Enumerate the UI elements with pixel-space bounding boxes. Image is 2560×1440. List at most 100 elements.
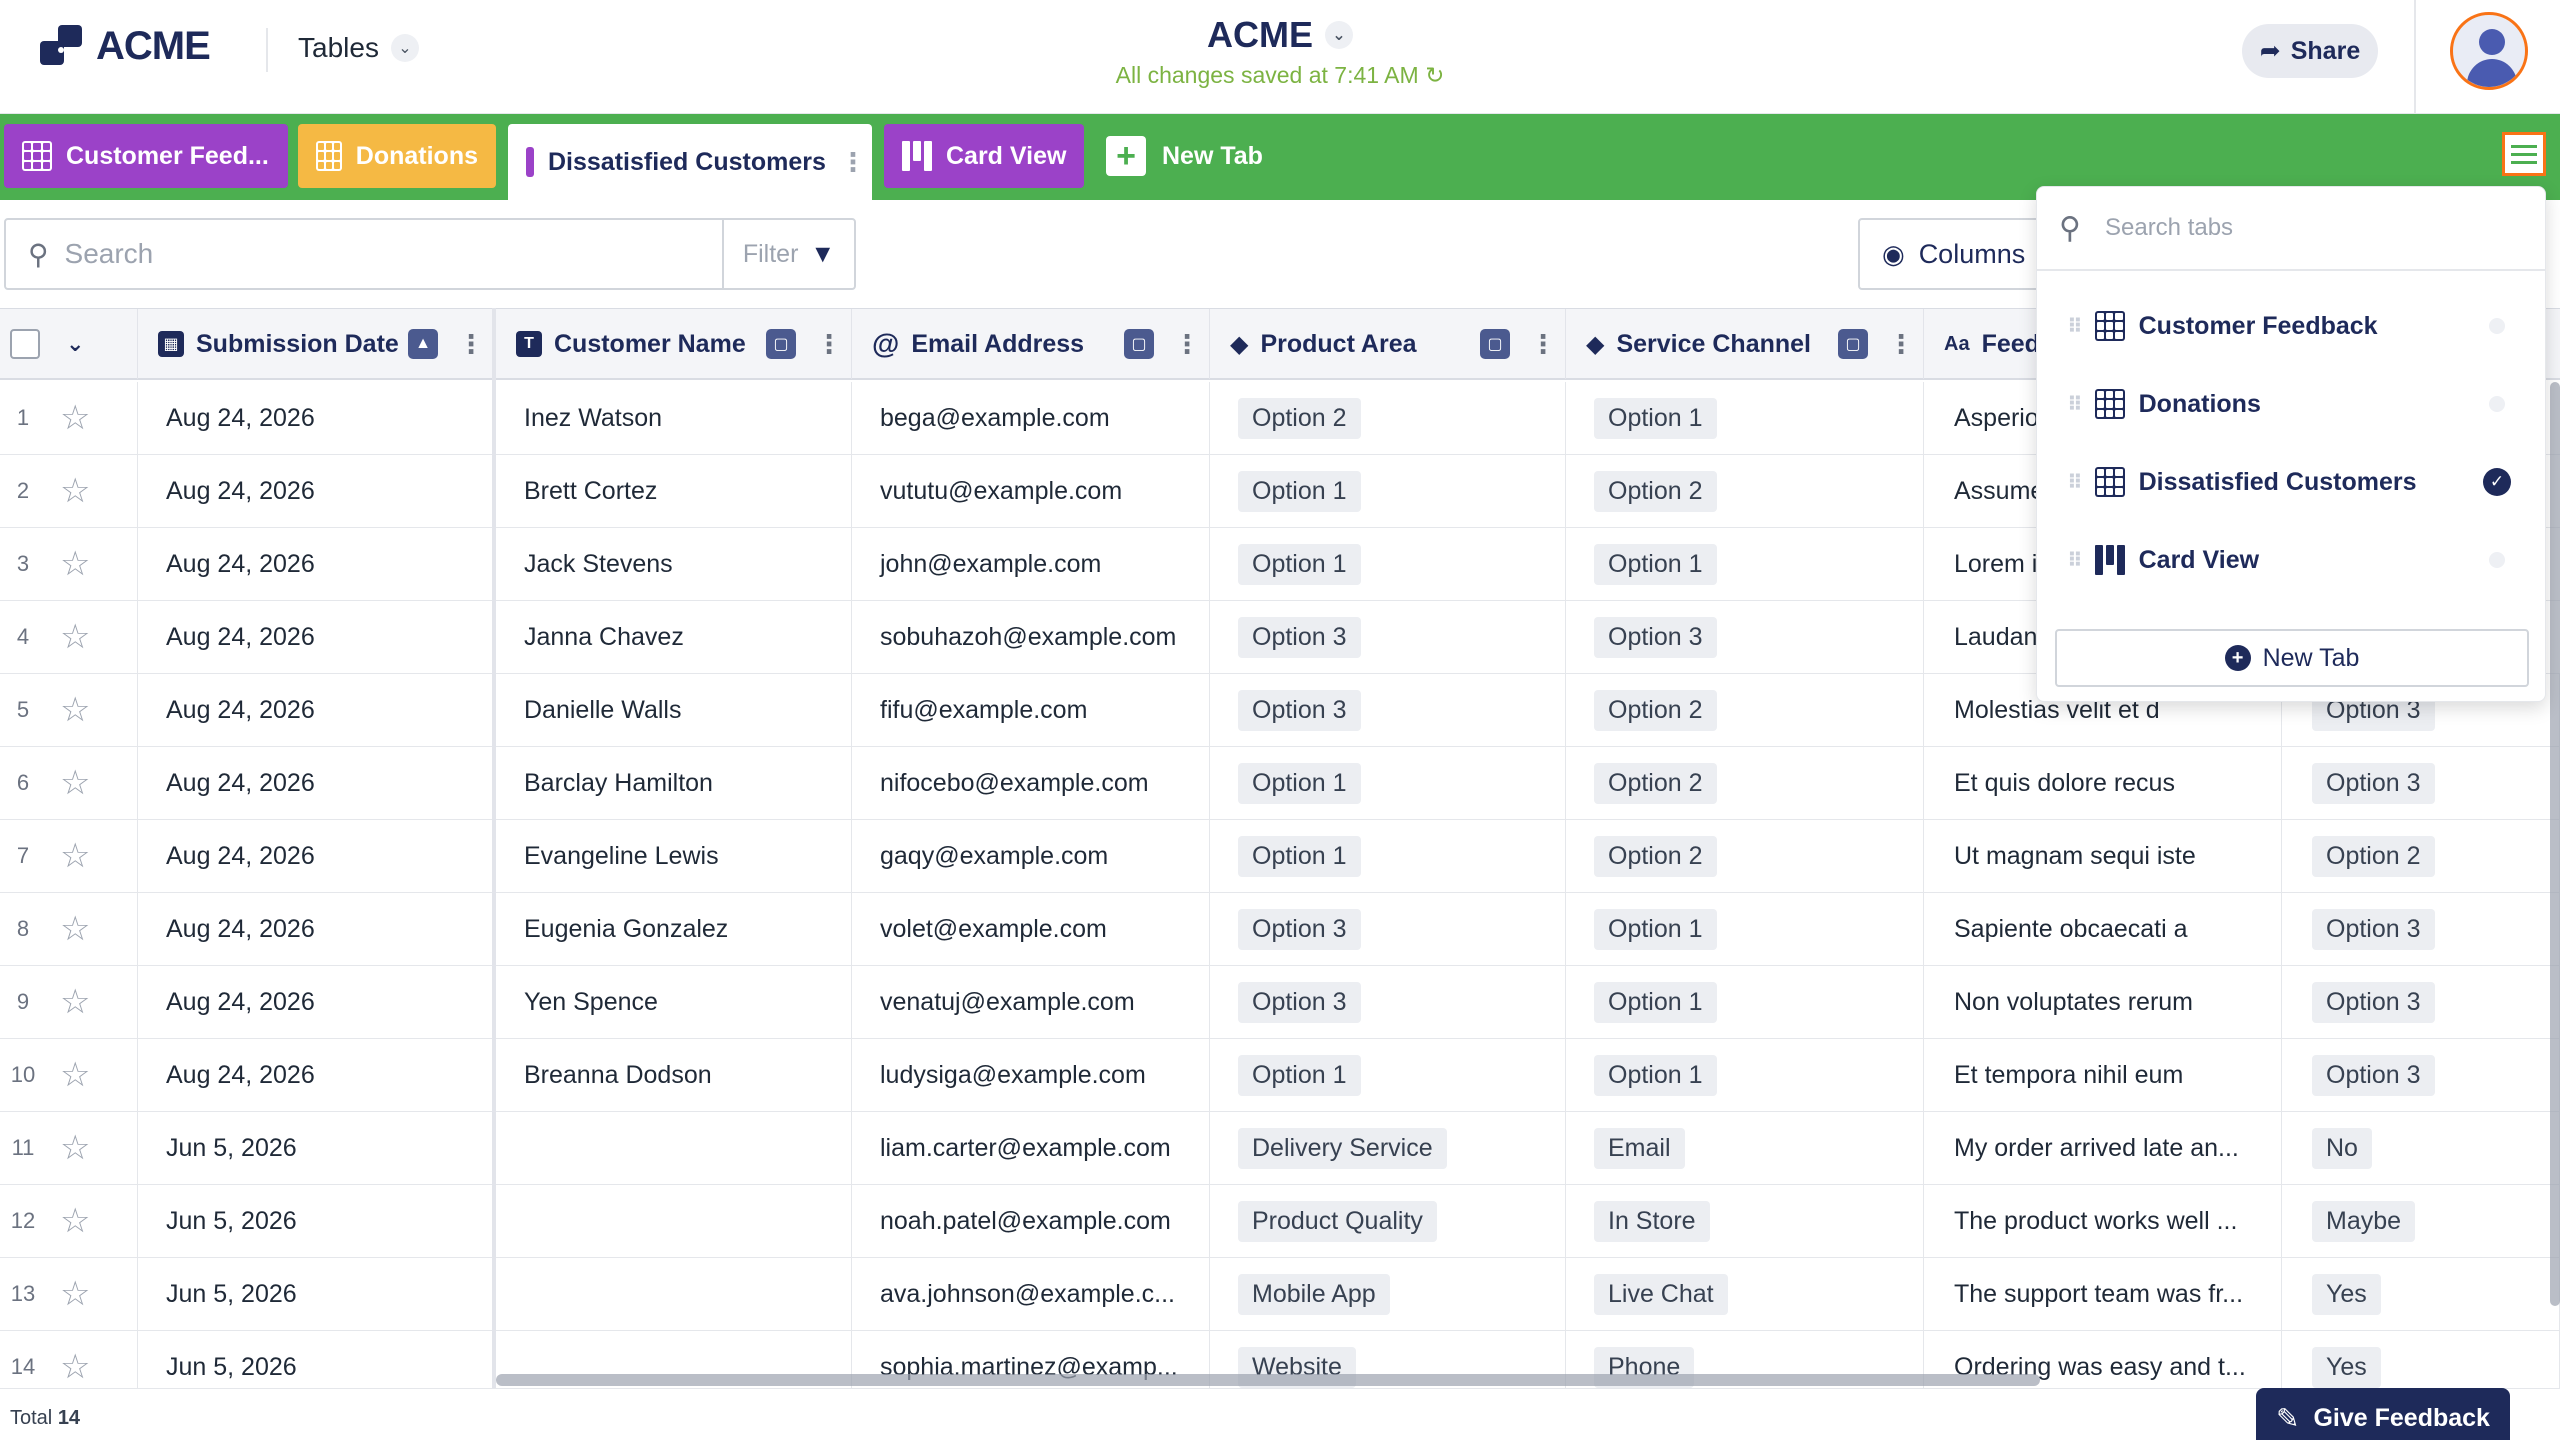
tabs-menu-button[interactable] (2502, 132, 2546, 176)
cell-customer-name[interactable] (496, 1258, 852, 1330)
cell-product-area[interactable]: Option 3 (1210, 674, 1566, 746)
new-tab-button[interactable]: + New Tab (1106, 136, 1263, 176)
drag-handle-icon[interactable]: ⠿ (2067, 470, 2083, 495)
cell-feedback[interactable]: The product works well ... (1924, 1185, 2282, 1257)
cell-extra[interactable]: No (2282, 1112, 2560, 1184)
cell-feedback[interactable]: Et tempora nihil eum (1924, 1039, 2282, 1111)
cell-extra[interactable]: Option 3 (2282, 966, 2560, 1038)
cell-service-channel[interactable]: Option 2 (1566, 674, 1924, 746)
cell-email-address[interactable]: vututu@example.com (852, 455, 1210, 527)
tab-dissatisfied-customers[interactable]: Dissatisfied Customers ⋮ (508, 124, 872, 200)
search-input[interactable]: ⚲ Search (4, 218, 724, 290)
cell-customer-name[interactable]: Brett Cortez (496, 455, 852, 527)
cell-submission-date[interactable]: Aug 24, 2026 (138, 747, 496, 819)
cell-service-channel[interactable]: Option 1 (1566, 966, 1924, 1038)
cell-submission-date[interactable]: Aug 24, 2026 (138, 455, 496, 527)
cell-submission-date[interactable]: Aug 24, 2026 (138, 820, 496, 892)
drag-handle-icon[interactable]: ⋮ (840, 149, 866, 175)
cell-email-address[interactable]: volet@example.com (852, 893, 1210, 965)
cell-service-channel[interactable]: Option 1 (1566, 893, 1924, 965)
columns-button[interactable]: ◉ Columns (1858, 218, 2058, 290)
cell-product-area[interactable]: Option 1 (1210, 1039, 1566, 1111)
note-icon[interactable]: ▢ (1838, 329, 1868, 359)
cell-extra[interactable]: Option 3 (2282, 747, 2560, 819)
cell-product-area[interactable]: Delivery Service (1210, 1112, 1566, 1184)
cell-submission-date[interactable]: Jun 5, 2026 (138, 1112, 496, 1184)
panel-item-dissatisfied-customers[interactable]: ⠿ Dissatisfied Customers ✓ (2037, 443, 2545, 521)
cell-email-address[interactable]: john@example.com (852, 528, 1210, 600)
cell-product-area[interactable]: Option 1 (1210, 455, 1566, 527)
cell-submission-date[interactable]: Aug 24, 2026 (138, 601, 496, 673)
more-vertical-icon[interactable]: ⋮ (1530, 329, 1556, 360)
drag-handle-icon[interactable]: ⠿ (2067, 548, 2083, 573)
select-all-checkbox[interactable] (10, 329, 40, 359)
cell-product-area[interactable]: Mobile App (1210, 1258, 1566, 1330)
app-title[interactable]: ACME ⌄ (1207, 14, 1353, 56)
table-row[interactable]: 13 ☆ Jun 5, 2026 ava.johnson@example.c... Mo… (0, 1258, 2560, 1331)
cell-extra[interactable]: Option 3 (2282, 893, 2560, 965)
cell-email-address[interactable]: gaqy@example.com (852, 820, 1210, 892)
cell-email-address[interactable]: noah.patel@example.com (852, 1185, 1210, 1257)
cell-service-channel[interactable]: Option 2 (1566, 820, 1924, 892)
cell-extra[interactable]: Yes (2282, 1258, 2560, 1330)
tab-customer-feedback[interactable]: Customer Feed... (4, 124, 288, 188)
cell-extra[interactable]: Option 2 (2282, 820, 2560, 892)
vertical-scrollbar[interactable] (2550, 382, 2560, 1306)
more-vertical-icon[interactable]: ⋮ (1174, 329, 1200, 360)
note-icon[interactable]: ▢ (1480, 329, 1510, 359)
cell-email-address[interactable]: ava.johnson@example.c... (852, 1258, 1210, 1330)
give-feedback-button[interactable]: ✎ Give Feedback (2256, 1388, 2510, 1440)
cell-customer-name[interactable]: Evangeline Lewis (496, 820, 852, 892)
horizontal-scrollbar[interactable] (496, 1374, 2040, 1386)
cell-customer-name[interactable] (496, 1185, 852, 1257)
table-row[interactable]: 12 ☆ Jun 5, 2026 noah.patel@example.com Prod… (0, 1185, 2560, 1258)
cell-customer-name[interactable]: Barclay Hamilton (496, 747, 852, 819)
cell-customer-name[interactable]: Jack Stevens (496, 528, 852, 600)
table-row[interactable]: 7 ☆ Aug 24, 2026 Evangeline Lewis gaqy@examp… (0, 820, 2560, 893)
cell-email-address[interactable]: venatuj@example.com (852, 966, 1210, 1038)
cell-email-address[interactable]: ludysiga@example.com (852, 1039, 1210, 1111)
cell-customer-name[interactable]: Breanna Dodson (496, 1039, 852, 1111)
tab-donations[interactable]: Donations (298, 124, 496, 188)
more-vertical-icon[interactable]: ⋮ (1888, 329, 1914, 360)
cell-email-address[interactable]: bega@example.com (852, 382, 1210, 454)
cell-feedback[interactable]: The support team was fr... (1924, 1258, 2282, 1330)
note-icon[interactable]: ▢ (766, 329, 796, 359)
cell-extra[interactable]: Option 3 (2282, 1039, 2560, 1111)
drag-handle-icon[interactable]: ⠿ (2067, 314, 2083, 339)
more-vertical-icon[interactable]: ⋮ (816, 329, 842, 360)
cell-submission-date[interactable]: Aug 24, 2026 (138, 674, 496, 746)
pin-icon[interactable]: ▲ (408, 329, 438, 359)
cell-product-area[interactable]: Option 1 (1210, 820, 1566, 892)
cell-product-area[interactable]: Option 2 (1210, 382, 1566, 454)
cell-service-channel[interactable]: Option 2 (1566, 747, 1924, 819)
cell-service-channel[interactable]: Option 1 (1566, 528, 1924, 600)
cell-email-address[interactable]: liam.carter@example.com (852, 1112, 1210, 1184)
panel-item-customer-feedback[interactable]: ⠿ Customer Feedback (2037, 287, 2545, 365)
cell-submission-date[interactable]: Aug 24, 2026 (138, 528, 496, 600)
cell-service-channel[interactable]: In Store (1566, 1185, 1924, 1257)
cell-email-address[interactable]: fifu@example.com (852, 674, 1210, 746)
more-vertical-icon[interactable]: ⋮ (458, 329, 484, 360)
column-header-customer-name[interactable]: T Customer Name ▢ ⋮ (496, 309, 852, 379)
table-row[interactable]: 10 ☆ Aug 24, 2026 Breanna Dodson ludysiga@ex… (0, 1039, 2560, 1112)
note-icon[interactable]: ▢ (1124, 329, 1154, 359)
table-row[interactable]: 11 ☆ Jun 5, 2026 liam.carter@example.com Del… (0, 1112, 2560, 1185)
panel-item-card-view[interactable]: ⠿ Card View (2037, 521, 2545, 599)
cell-customer-name[interactable]: Yen Spence (496, 966, 852, 1038)
column-header-submission-date[interactable]: ▦ Submission Date ▲ ⋮ (138, 309, 494, 379)
filter-button[interactable]: Filter ▼ (722, 218, 856, 290)
drag-handle-icon[interactable]: ⠿ (2067, 392, 2083, 417)
cell-customer-name[interactable]: Janna Chavez (496, 601, 852, 673)
panel-item-donations[interactable]: ⠿ Donations (2037, 365, 2545, 443)
cell-submission-date[interactable]: Jun 5, 2026 (138, 1185, 496, 1257)
cell-submission-date[interactable]: Aug 24, 2026 (138, 893, 496, 965)
column-header-email-address[interactable]: @ Email Address ▢ ⋮ (852, 309, 1210, 379)
cell-submission-date[interactable]: Aug 24, 2026 (138, 966, 496, 1038)
cell-customer-name[interactable] (496, 1112, 852, 1184)
search-tabs-input[interactable]: ⚲ Search tabs (2037, 187, 2545, 271)
cell-product-area[interactable]: Option 1 (1210, 747, 1566, 819)
cell-submission-date[interactable]: Aug 24, 2026 (138, 1039, 496, 1111)
cell-service-channel[interactable]: Email (1566, 1112, 1924, 1184)
cell-service-channel[interactable]: Option 1 (1566, 382, 1924, 454)
